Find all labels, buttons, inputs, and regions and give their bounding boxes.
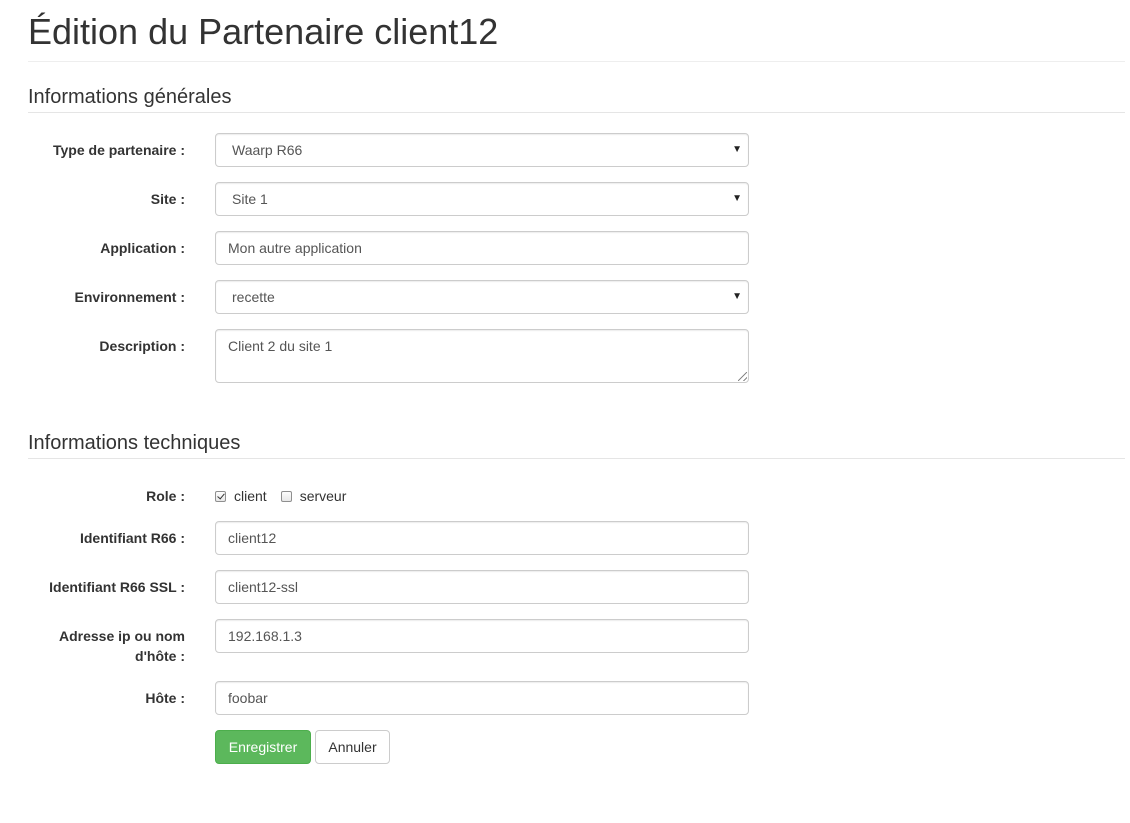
r66-ssl-id-input[interactable]: client12-ssl [215, 570, 749, 604]
environment-select-value: recette [232, 289, 275, 305]
address-label-line2: d'hôte : [135, 648, 185, 664]
type-label: Type de partenaire : [52, 142, 185, 158]
site-label: Site : [150, 191, 185, 207]
role-client-checkbox[interactable] [215, 490, 226, 502]
role-label: Role : [146, 488, 185, 504]
page-title: Édition du Partenaire client12 [28, 11, 499, 52]
section-divider-technical [28, 458, 1125, 459]
application-label: Application : [100, 240, 185, 256]
r66-ssl-id-input-value: client12-ssl [228, 579, 299, 595]
application-input-value: Mon autre application [228, 240, 362, 256]
chevron-down-icon: ▼ [732, 144, 742, 155]
address-label: Adresse ip ou nom d'hôte : [28, 626, 185, 666]
address-input-value: 192.168.1.3 [228, 628, 302, 644]
site-select-value: Site 1 [232, 191, 268, 207]
address-input[interactable]: 192.168.1.3 [215, 619, 749, 653]
title-divider [28, 61, 1125, 62]
environment-select[interactable]: recette ▼ [215, 280, 749, 314]
role-checkbox-group: client serveur [215, 486, 360, 506]
type-select[interactable]: Waarp R66 ▼ [215, 133, 749, 167]
r66-id-label: Identifiant R66 : [79, 530, 185, 546]
save-button[interactable]: Enregistrer [215, 730, 311, 764]
section-title-technical: Informations techniques [28, 432, 241, 454]
description-textarea[interactable]: Client 2 du site 1 [215, 329, 749, 383]
type-select-value: Waarp R66 [232, 142, 303, 158]
chevron-down-icon: ▼ [732, 193, 742, 204]
section-divider-general [28, 112, 1125, 113]
host-input-value: foobar [228, 690, 268, 706]
r66-ssl-id-label: Identifiant R66 SSL : [49, 579, 185, 595]
application-input[interactable]: Mon autre application [215, 231, 749, 265]
role-client-label[interactable]: client [234, 488, 267, 504]
resize-handle-icon[interactable] [738, 372, 747, 381]
section-title-general: Informations générales [28, 86, 232, 108]
host-label: Hôte : [145, 690, 185, 706]
role-serveur-checkbox[interactable] [280, 490, 292, 502]
chevron-down-icon: ▼ [732, 291, 742, 302]
description-textarea-value: Client 2 du site 1 [228, 338, 333, 354]
address-label-line1: Adresse ip ou nom [58, 628, 185, 644]
role-serveur-label[interactable]: serveur [300, 488, 347, 504]
environment-label: Environnement : [74, 289, 185, 305]
role-option-serveur[interactable]: serveur [280, 488, 347, 504]
cancel-button[interactable]: Annuler [315, 730, 390, 764]
r66-id-input[interactable]: client12 [215, 521, 749, 555]
r66-id-input-value: client12 [228, 530, 277, 546]
site-select[interactable]: Site 1 ▼ [215, 182, 749, 216]
role-option-client[interactable]: client [215, 488, 267, 504]
description-label: Description : [99, 338, 185, 354]
host-input[interactable]: foobar [215, 681, 749, 715]
